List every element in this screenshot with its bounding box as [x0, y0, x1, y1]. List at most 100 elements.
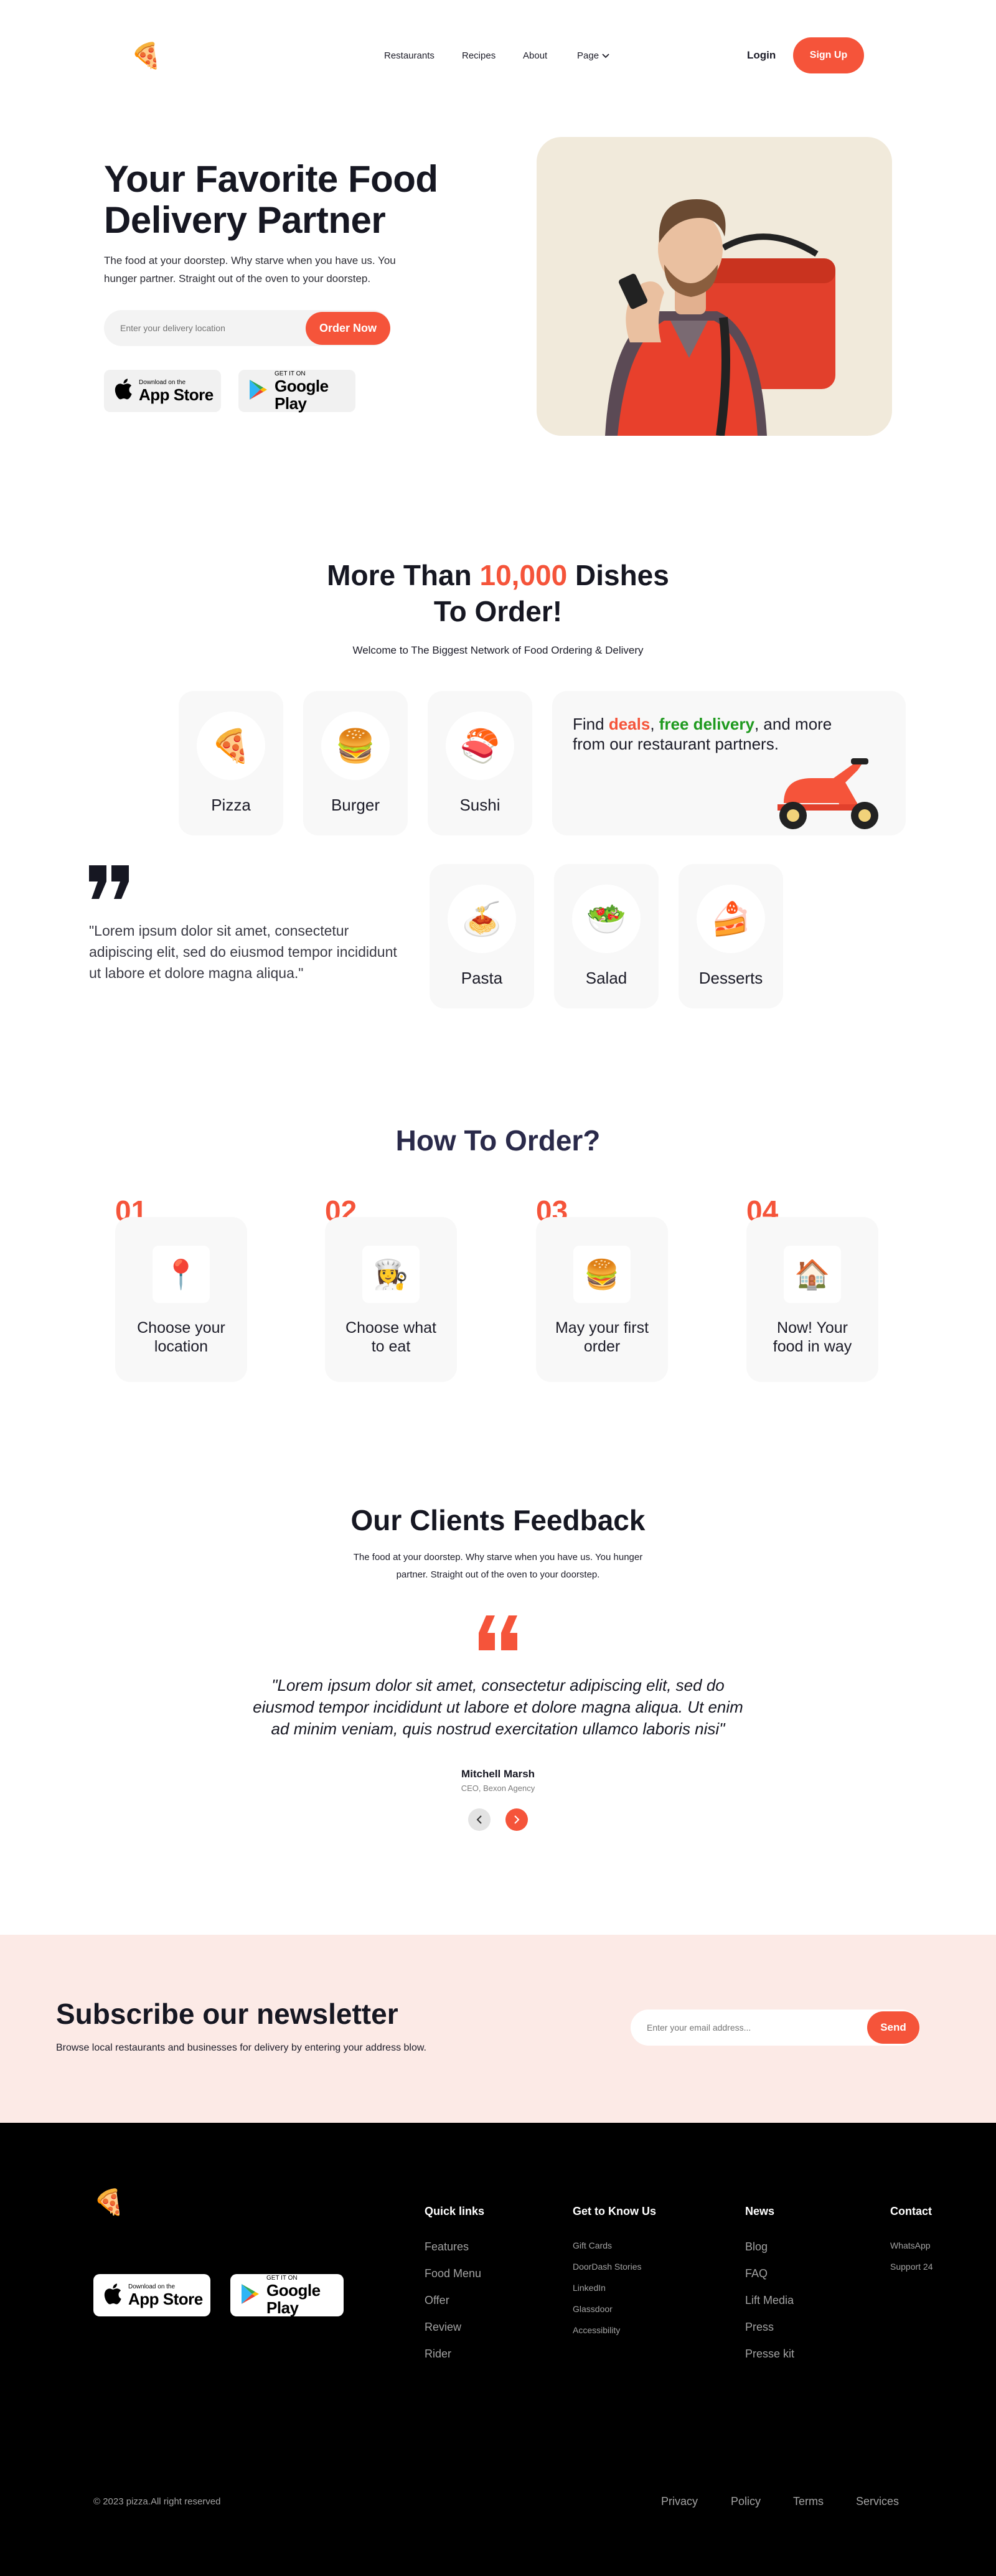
promo-free-delivery: free delivery: [659, 715, 754, 733]
footer-link-privacy[interactable]: Privacy: [661, 2495, 698, 2508]
dish-card-salad[interactable]: 🥗 Salad: [554, 864, 659, 1008]
footer-link-blog[interactable]: Blog: [745, 2234, 794, 2260]
footer-link-support-24[interactable]: Support 24: [890, 2256, 933, 2277]
dishes-title-line2: To Order!: [433, 595, 563, 628]
step-label: Choose what to eat: [325, 1319, 457, 1356]
dish-card-pizza[interactable]: 🍕 Pizza: [179, 691, 283, 835]
nav-link-recipes[interactable]: Recipes: [462, 50, 496, 61]
dish-name: Desserts: [698, 969, 763, 987]
dishes-title-line1: More Than 10,000 Dishes: [249, 557, 747, 593]
apple-icon: [114, 378, 133, 403]
promo-rest2: from our restaurant partners.: [573, 735, 779, 753]
footer-get-to-know-links: Gift Cards DoorDash Stories LinkedIn Gla…: [573, 2235, 642, 2341]
google-play-badge[interactable]: GET IT ON Google Play: [238, 370, 355, 412]
footer-link-press[interactable]: Press: [745, 2314, 794, 2341]
burger-icon: 🍔: [321, 712, 390, 780]
footer-quick-links-title: Quick links: [425, 2205, 485, 2217]
promo-find: Find: [573, 715, 609, 733]
promo-text: Find deals, free delivery, and more from…: [573, 714, 832, 754]
dishes-subtitle: Welcome to The Biggest Network of Food O…: [352, 644, 644, 656]
footer-get-to-know-title: Get to Know Us: [573, 2205, 656, 2217]
footer-link-rider[interactable]: Rider: [425, 2341, 481, 2367]
footer-link-review[interactable]: Review: [425, 2314, 481, 2341]
footer-link-lift-media[interactable]: Lift Media: [745, 2287, 794, 2314]
nav-dropdown-page[interactable]: Page: [577, 50, 609, 61]
footer-link-services[interactable]: Services: [856, 2495, 899, 2508]
footer-link-accessibility[interactable]: Accessibility: [573, 2320, 642, 2341]
footer-link-doordash-stories[interactable]: DoorDash Stories: [573, 2256, 642, 2277]
footer-link-offer[interactable]: Offer: [425, 2287, 481, 2314]
footer-link-policy[interactable]: Policy: [731, 2495, 761, 2508]
hero-subtitle-line2: hunger partner. Straight out of the oven…: [104, 273, 371, 284]
nav-link-restaurants[interactable]: Restaurants: [384, 50, 435, 61]
dishes-title: More Than 10,000 Dishes To Order!: [249, 557, 747, 629]
dish-card-burger[interactable]: 🍔 Burger: [303, 691, 408, 835]
footer-link-gift-cards[interactable]: Gift Cards: [573, 2235, 642, 2256]
footer-link-features[interactable]: Features: [425, 2234, 481, 2260]
step-label-line2: food in way: [773, 1338, 852, 1355]
footer-google-play-badge[interactable]: GET IT ON Google Play: [230, 2274, 344, 2316]
footer-link-terms[interactable]: Terms: [793, 2495, 824, 2508]
salad-icon: 🥗: [572, 885, 641, 953]
footer-contact-title: Contact: [890, 2205, 932, 2217]
footer-brand-logo[interactable]: 🍕: [93, 2190, 125, 2215]
app-store-badge[interactable]: Download on the App Store: [104, 370, 221, 412]
dishes-title-pre: More Than: [327, 559, 480, 591]
dish-card-sushi[interactable]: 🍣 Sushi: [428, 691, 532, 835]
order-now-button[interactable]: Order Now: [306, 312, 390, 345]
step-label-line2: order: [583, 1338, 621, 1355]
footer-link-presse-kit[interactable]: Presse kit: [745, 2341, 794, 2367]
feedback-quote-line2: eiusmod tempor incididunt ut labore et d…: [253, 1698, 743, 1716]
copyright: © 2023 pizza.All right reserved: [93, 2496, 221, 2507]
apple-icon: [103, 2283, 122, 2308]
hero-subtitle-line1: The food at your doorstep. Why starve wh…: [104, 255, 396, 266]
dish-name: Pizza: [211, 796, 251, 814]
step-card-2: 👩‍🍳 Choose what to eat: [325, 1217, 457, 1382]
footer-app-store-badge[interactable]: Download on the App Store: [93, 2274, 210, 2316]
location-pin-icon: 📍: [153, 1246, 210, 1303]
footer-link-food-menu[interactable]: Food Menu: [425, 2260, 481, 2287]
pizza-icon: 🍕: [197, 712, 265, 780]
footer-link-whatsapp[interactable]: WhatsApp: [890, 2235, 933, 2256]
feedback-subtitle-line1: The food at your doorstep. Why starve wh…: [353, 1552, 643, 1563]
reviewer-role: CEO, Bexon Agency: [461, 1784, 535, 1793]
dishes-title-number: 10,000: [479, 559, 568, 591]
brand-logo[interactable]: 🍕: [131, 44, 162, 68]
google-play-big-text: Google Play: [266, 2280, 321, 2317]
next-testimonial-button[interactable]: [505, 1808, 528, 1831]
google-play-icon: [240, 2283, 260, 2308]
footer-link-linkedin[interactable]: LinkedIn: [573, 2277, 642, 2298]
hero-subtitle: The food at your doorstep. Why starve wh…: [104, 251, 453, 288]
feedback-subtitle: The food at your doorstep. Why starve wh…: [280, 1549, 716, 1584]
footer-news-title: News: [745, 2205, 775, 2217]
dish-name: Sushi: [459, 796, 500, 814]
nav-link-about[interactable]: About: [523, 50, 547, 61]
step-label: May your first order: [536, 1319, 668, 1356]
promo-card: Find deals, free delivery, and more from…: [552, 691, 906, 835]
house-icon: 🏠: [784, 1246, 841, 1303]
dish-card-pasta[interactable]: 🍝 Pasta: [430, 864, 534, 1008]
dishes-quote: "Lorem ipsum dolor sit amet, consectetur…: [89, 920, 438, 984]
step-label-line1: Now! Your: [777, 1319, 848, 1337]
prev-testimonial-button[interactable]: [468, 1808, 491, 1831]
dishes-title-post: Dishes: [567, 559, 669, 591]
google-play-icon: [248, 379, 268, 403]
footer-link-faq[interactable]: FAQ: [745, 2260, 794, 2287]
dish-name: Salad: [585, 969, 627, 987]
newsletter-send-button[interactable]: Send: [867, 2011, 919, 2044]
step-label: Choose your location: [115, 1319, 247, 1356]
footer-link-glassdoor[interactable]: Glassdoor: [573, 2298, 642, 2320]
google-play-small-text: GET IT ON: [266, 2274, 298, 2282]
signup-button[interactable]: Sign Up: [793, 37, 864, 73]
dishes-quote-line3: ut labore et dolore magna aliqua.": [89, 965, 304, 981]
dish-card-desserts[interactable]: 🍰 Desserts: [679, 864, 783, 1008]
newsletter-title: Subscribe our newsletter: [56, 1998, 398, 2030]
login-link[interactable]: Login: [747, 49, 776, 62]
newsletter-subtitle: Browse local restaurants and businesses …: [56, 2042, 426, 2053]
app-store-big-text: App Store: [128, 2289, 203, 2308]
feedback-quote-line1: "Lorem ipsum dolor sit amet, consectetur…: [271, 1676, 725, 1695]
footer-contact-links: WhatsApp Support 24: [890, 2235, 933, 2277]
footer-quick-links: Features Food Menu Offer Review Rider: [425, 2234, 481, 2367]
dishes-quote-line1: "Lorem ipsum dolor sit amet, consectetur: [89, 923, 349, 939]
scooter-icon: [778, 758, 878, 829]
